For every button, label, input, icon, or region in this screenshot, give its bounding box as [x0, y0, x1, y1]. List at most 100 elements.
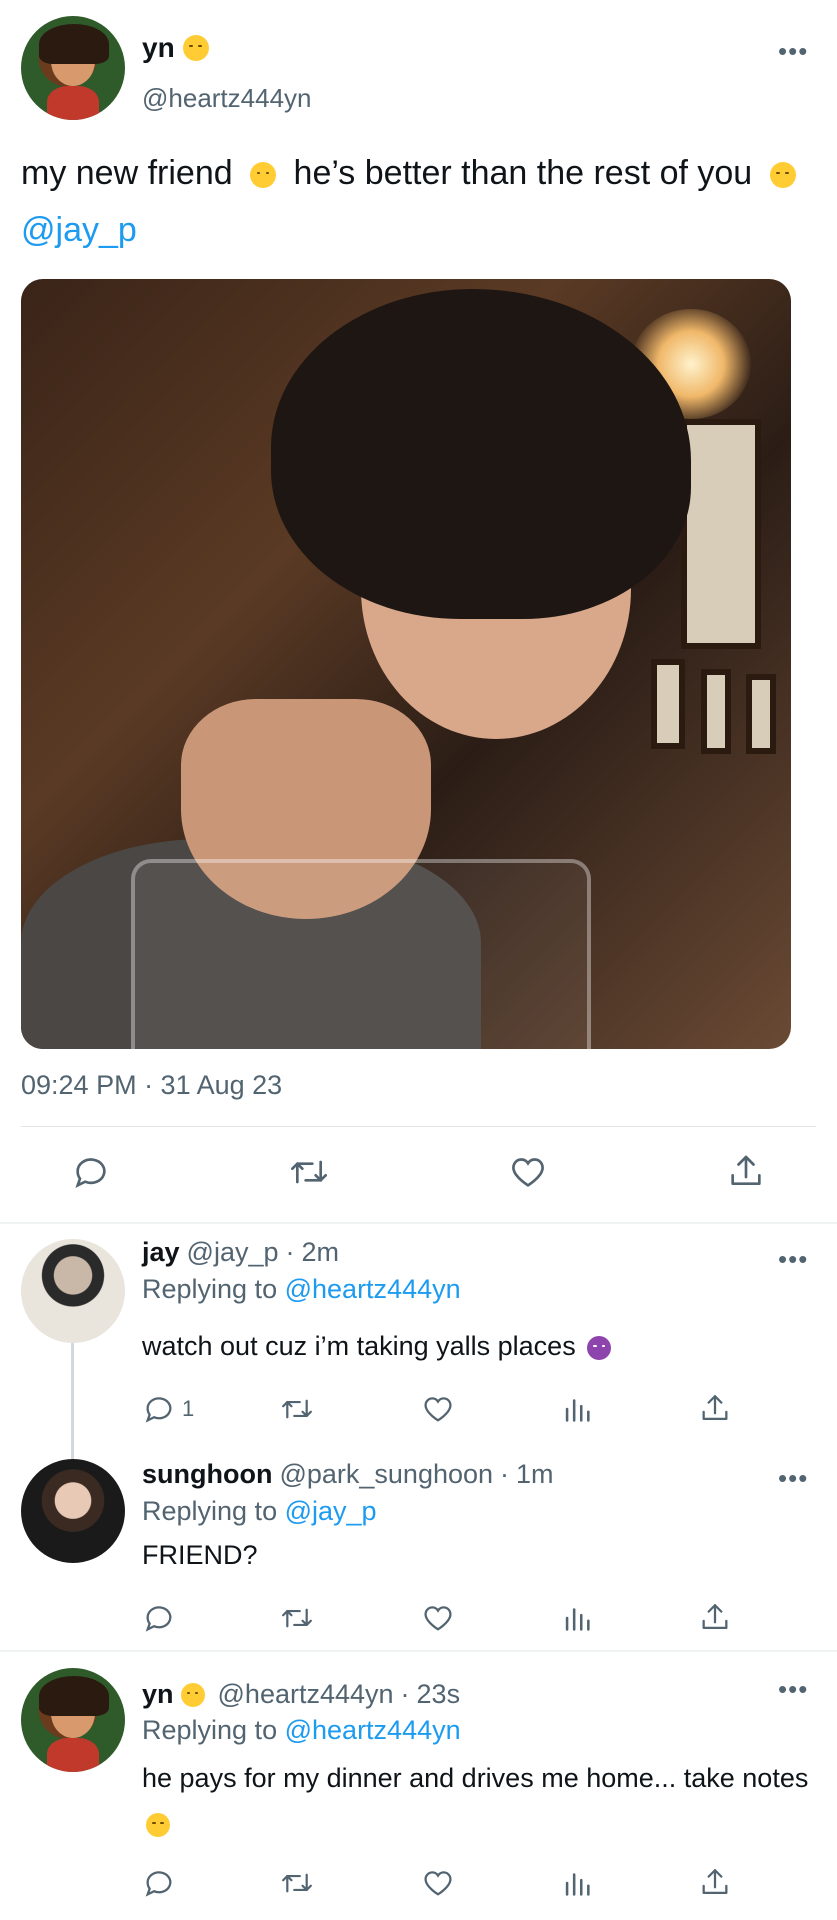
separator-dot: · [285, 1237, 295, 1267]
reply-button[interactable] [142, 1866, 176, 1900]
unamused-face-icon [146, 1812, 170, 1837]
retweet-button[interactable] [279, 1601, 315, 1635]
tweet-photo[interactable] [21, 279, 791, 1049]
more-options-icon[interactable]: ••• [778, 1465, 808, 1491]
separator-dot: · [500, 1459, 510, 1489]
avatar[interactable] [21, 1239, 125, 1343]
more-options-icon[interactable]: ••• [778, 1676, 808, 1702]
author-name-row: yn [142, 32, 209, 64]
reply-tweet: sunghoon @park_sunghoon · 1m ••• Replyin… [0, 1443, 837, 1650]
views-button[interactable] [560, 1392, 594, 1426]
reply-tweet: jay @jay_p · 2m ••• Replying to @heartz4… [0, 1224, 837, 1550]
reply-author-handle[interactable]: @heartz444yn [218, 1679, 394, 1710]
reply-text: he pays for my dinner and drives me home… [142, 1756, 822, 1846]
upside-down-face-icon [180, 1682, 205, 1707]
share-icon [702, 1869, 728, 1895]
main-action-bar [0, 1152, 837, 1200]
replying-to-label: Replying to [142, 1496, 278, 1526]
like-icon [424, 1606, 452, 1631]
reply-header: sunghoon @park_sunghoon · 1m [142, 1459, 554, 1490]
share-button[interactable] [726, 1152, 766, 1192]
retweet-button[interactable] [279, 1866, 315, 1900]
reply-icon [145, 1397, 172, 1423]
share-button[interactable] [698, 1601, 732, 1635]
separator-dot: · [400, 1679, 410, 1709]
views-button[interactable] [560, 1866, 594, 1900]
like-button[interactable] [421, 1392, 455, 1426]
replying-to-line: Replying to @jay_p [142, 1496, 377, 1527]
reply-time[interactable]: 1m [516, 1459, 554, 1490]
like-icon [424, 1397, 452, 1422]
reply-icon [145, 1871, 172, 1897]
tweet-thread-page: yn @heartz444yn ••• my new friend he’s b… [0, 0, 837, 1920]
author-handle[interactable]: @heartz444yn [142, 83, 312, 114]
replying-to-label: Replying to [142, 1715, 278, 1745]
upside-down-face-icon [182, 35, 209, 61]
reply-button[interactable] [71, 1152, 111, 1192]
tweet-text: my new friend he’s better than the rest … [21, 145, 811, 259]
share-button[interactable] [698, 1392, 732, 1426]
reply-time[interactable]: 23s [417, 1679, 461, 1710]
reply-action-bar [0, 1601, 837, 1641]
reply-button[interactable]: 1 [142, 1392, 194, 1426]
reply-text: watch out cuz i’m taking yalls places [142, 1324, 812, 1369]
like-button[interactable] [421, 1866, 455, 1900]
main-tweet: yn @heartz444yn ••• my new friend he’s b… [0, 0, 837, 1222]
share-icon [731, 1155, 761, 1185]
replying-to-mention[interactable]: @jay_p [285, 1496, 377, 1526]
replying-to-mention[interactable]: @heartz444yn [285, 1715, 461, 1745]
reply-header: yn @heartz444yn · 23s [142, 1679, 460, 1710]
replying-to-line: Replying to @heartz444yn [142, 1274, 461, 1305]
views-icon [565, 1873, 590, 1896]
avatar[interactable] [21, 1668, 125, 1772]
share-icon [702, 1395, 728, 1421]
reply-author-handle[interactable]: @park_sunghoon [279, 1459, 493, 1490]
reply-author-name[interactable]: sunghoon [142, 1459, 272, 1490]
retweet-icon [282, 1873, 312, 1893]
reply-author-handle[interactable]: @jay_p [187, 1237, 279, 1268]
avatar[interactable] [21, 1459, 125, 1563]
avatar[interactable] [21, 16, 125, 120]
reply-tweet: yn @heartz444yn · 23s ••• Replying to @h… [0, 1652, 837, 1920]
tweet-timestamp[interactable]: 09:24 PM · 31 Aug 23 [21, 1070, 282, 1101]
reply-author-name[interactable]: yn [142, 1679, 174, 1710]
replying-to-line: Replying to @heartz444yn [142, 1715, 461, 1746]
views-icon [565, 1399, 590, 1422]
retweet-icon [282, 1399, 312, 1419]
replying-to-mention[interactable]: @heartz444yn [285, 1274, 461, 1304]
like-icon [512, 1158, 544, 1187]
more-options-icon[interactable]: ••• [778, 1246, 808, 1272]
reply-time[interactable]: 2m [302, 1237, 340, 1268]
reply-header: jay @jay_p · 2m [142, 1237, 339, 1268]
share-button[interactable] [698, 1866, 732, 1900]
reply-author-name[interactable]: jay [142, 1237, 180, 1268]
retweet-icon [282, 1608, 312, 1628]
more-options-icon[interactable]: ••• [778, 38, 808, 64]
tweet-text-part1: my new friend [21, 154, 233, 192]
smiling-devil-icon [587, 1335, 612, 1360]
retweet-icon [291, 1160, 327, 1184]
share-icon [702, 1604, 728, 1630]
hugging-face-icon [250, 162, 277, 189]
reply-text-content: he pays for my dinner and drives me home… [142, 1763, 809, 1793]
reply-text: FRIEND? [142, 1540, 258, 1570]
reply-action-bar [0, 1866, 837, 1906]
replying-to-label: Replying to [142, 1274, 278, 1304]
like-button[interactable] [508, 1152, 548, 1192]
retweet-button[interactable] [279, 1392, 315, 1426]
author-display-name[interactable]: yn [142, 32, 175, 64]
reply-text-content: watch out cuz i’m taking yalls places [142, 1331, 576, 1361]
tweet-text-part2: he’s better than the rest of you [293, 154, 753, 192]
like-button[interactable] [421, 1601, 455, 1635]
unamused-face-icon [769, 162, 796, 189]
tweet-mention-link[interactable]: @jay_p [21, 211, 137, 249]
reply-icon [75, 1158, 106, 1188]
views-button[interactable] [560, 1601, 594, 1635]
reply-icon [145, 1606, 172, 1632]
retweet-button[interactable] [287, 1152, 331, 1192]
reply-count: 1 [182, 1396, 195, 1421]
views-icon [565, 1608, 590, 1631]
reply-button[interactable] [142, 1601, 176, 1635]
like-icon [424, 1871, 452, 1896]
divider [21, 1126, 816, 1127]
